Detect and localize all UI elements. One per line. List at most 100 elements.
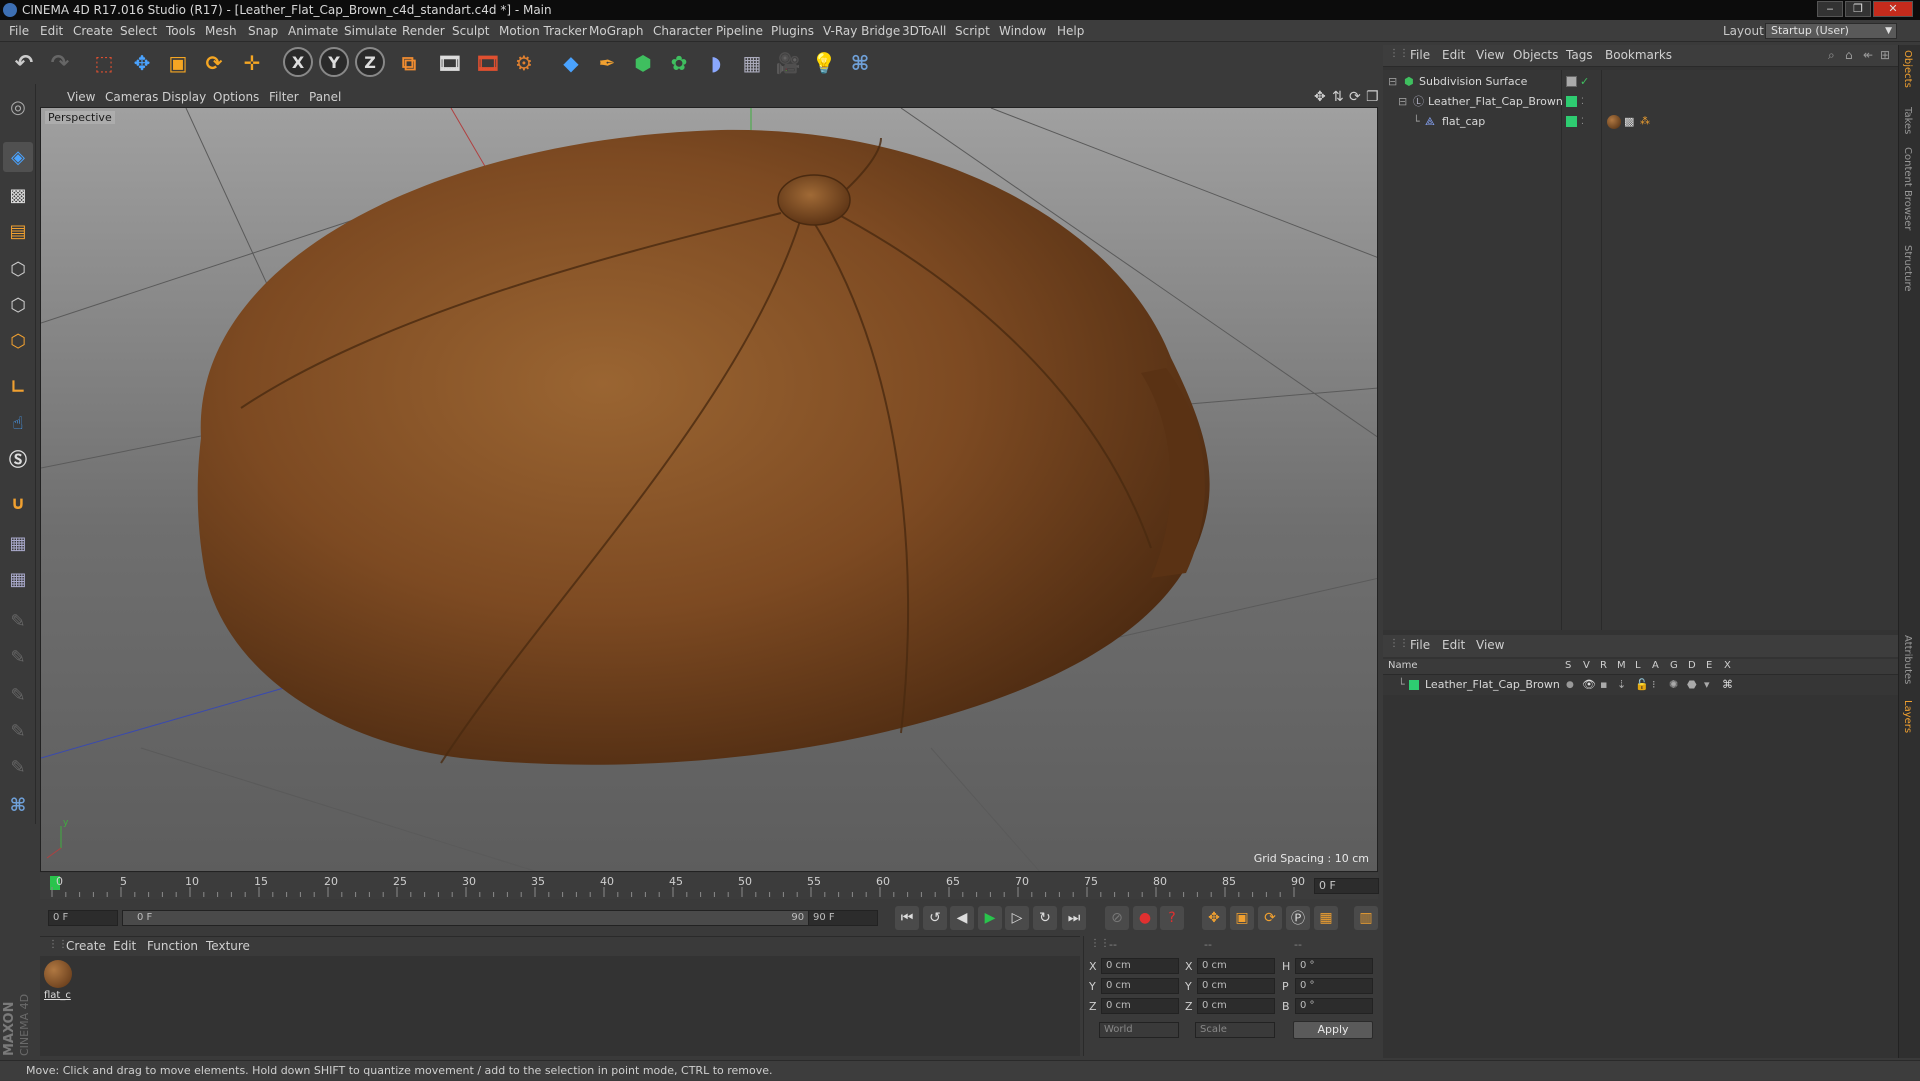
rotation-p-field[interactable]: 0 °: [1295, 978, 1373, 994]
redo-button[interactable]: ↷: [44, 47, 76, 79]
solo-icon[interactable]: Ⓢ: [3, 444, 33, 474]
object-menu-tags[interactable]: Tags: [1566, 48, 1593, 62]
brush-tool-icon[interactable]: ✎: [3, 606, 33, 636]
tab-content-browser[interactable]: Content Browser: [1902, 147, 1913, 230]
tab-layers[interactable]: Layers: [1902, 700, 1913, 733]
layer-col-xref[interactable]: X: [1724, 660, 1731, 671]
undo-button[interactable]: ↶: [8, 47, 40, 79]
menu-animate[interactable]: Animate: [288, 20, 338, 42]
menu-simulate[interactable]: Simulate: [344, 20, 397, 42]
menu-select[interactable]: Select: [120, 20, 157, 42]
tab-structure[interactable]: Structure: [1902, 245, 1913, 292]
workplane-icon[interactable]: ▤: [3, 216, 33, 246]
points-mode-icon[interactable]: ⬡: [3, 254, 33, 284]
python-icon[interactable]: ⌘: [844, 47, 876, 79]
lock-toggle-icon[interactable]: 🔓: [1635, 675, 1649, 695]
object-row[interactable]: └ ⟁ flat_cap ⁚ ▩ ⁂: [1383, 112, 1898, 132]
phong-tag-icon[interactable]: ⁂: [1640, 112, 1650, 132]
texture-mode-icon[interactable]: ▩: [3, 180, 33, 210]
transform-tool-icon[interactable]: ✛: [236, 47, 268, 79]
menu-create[interactable]: Create: [73, 20, 113, 42]
key-parameter-icon[interactable]: Ⓟ: [1286, 906, 1310, 930]
light-icon[interactable]: 💡: [808, 47, 840, 79]
layer-col-solo[interactable]: S: [1565, 660, 1571, 671]
visibility-dots-icon[interactable]: ⁚: [1581, 112, 1584, 132]
menu-help[interactable]: Help: [1057, 20, 1084, 42]
viewport-rotate-icon[interactable]: ⟳: [1349, 87, 1361, 107]
view-toggle-icon[interactable]: 👁: [1582, 675, 1596, 695]
menu-3dtoall[interactable]: 3DToAll: [902, 20, 946, 42]
tab-objects[interactable]: Objects: [1902, 50, 1913, 88]
expression-toggle-icon[interactable]: ▾: [1704, 675, 1710, 695]
object-menu-file[interactable]: File: [1410, 48, 1430, 62]
maximize-button[interactable]: ❐: [1845, 1, 1871, 17]
apply-button[interactable]: Apply: [1293, 1021, 1373, 1039]
key-rotation-icon[interactable]: ⟳: [1258, 906, 1282, 930]
render-settings-icon[interactable]: ⚙: [508, 47, 540, 79]
material-thumbnail[interactable]: [44, 960, 72, 988]
sculpt-tool-icon[interactable]: ✎: [3, 680, 33, 710]
viewport-move-icon[interactable]: ✥: [1314, 87, 1326, 107]
solo-toggle-icon[interactable]: ●: [1566, 675, 1574, 695]
back-icon[interactable]: ↞: [1863, 48, 1873, 62]
key-position-icon[interactable]: ✥: [1202, 906, 1226, 930]
object-row[interactable]: ⊟ ⬢ Subdivision Surface ✓: [1383, 72, 1898, 92]
record-keys-icon[interactable]: ⊘: [1105, 906, 1129, 930]
menu-mesh[interactable]: Mesh: [205, 20, 237, 42]
viewport-menu-cameras[interactable]: Cameras: [105, 87, 158, 107]
layer-menu-view[interactable]: View: [1476, 638, 1504, 652]
new-view-icon[interactable]: ⊞: [1880, 48, 1890, 62]
make-editable-icon[interactable]: ◎: [3, 92, 33, 122]
layer-col-locked[interactable]: L: [1635, 660, 1641, 671]
layer-col-animation[interactable]: A: [1652, 660, 1659, 671]
viewport-menu-view[interactable]: View: [67, 87, 95, 107]
tweak-mode-icon[interactable]: ☝: [3, 408, 33, 438]
z-axis-toggle[interactable]: Z: [355, 47, 385, 77]
menu-character[interactable]: Character: [653, 20, 712, 42]
axis-mode-icon[interactable]: ∟: [3, 372, 33, 402]
move-tool-icon[interactable]: ✥: [126, 47, 158, 79]
manager-toggle-icon[interactable]: ⇣: [1617, 675, 1626, 695]
subdivision-icon[interactable]: ⬢: [627, 47, 659, 79]
layer-menu-edit[interactable]: Edit: [1442, 638, 1465, 652]
material-menu-create[interactable]: Create: [66, 939, 106, 953]
menu-tools[interactable]: Tools: [166, 20, 196, 42]
model-mode-icon[interactable]: ◈: [3, 142, 33, 172]
viewport-menu-filter[interactable]: Filter: [269, 87, 299, 107]
layer-col-expressions[interactable]: E: [1706, 660, 1712, 671]
material-tag-icon[interactable]: [1607, 115, 1621, 129]
object-name[interactable]: Leather_Flat_Cap_Brown: [1428, 92, 1563, 112]
rotate-tool-icon[interactable]: ⟳: [198, 47, 230, 79]
cap-body[interactable]: [197, 129, 1210, 765]
viewport-menu-panel[interactable]: Panel: [309, 87, 341, 107]
close-button[interactable]: ✕: [1873, 1, 1913, 17]
end-frame-field[interactable]: 90 F: [808, 910, 878, 926]
render-picture-viewer-icon[interactable]: 🎞: [472, 47, 504, 79]
object-menu-view[interactable]: View: [1476, 48, 1504, 62]
floor-icon[interactable]: ▦: [736, 47, 768, 79]
menu-plugins[interactable]: Plugins: [771, 20, 814, 42]
layer-col-manager[interactable]: M: [1617, 660, 1626, 671]
layer-col-deformers[interactable]: D: [1688, 660, 1696, 671]
object-row[interactable]: ⊟ Ⓛ Leather_Flat_Cap_Brown ⁚: [1383, 92, 1898, 112]
layer-color-swatch[interactable]: [1566, 96, 1577, 107]
object-name[interactable]: flat_cap: [1442, 112, 1485, 132]
timeline-window-icon[interactable]: ▥: [1354, 906, 1378, 930]
start-frame-field[interactable]: 0 F: [48, 910, 118, 926]
search-icon[interactable]: ⌕: [1828, 48, 1835, 63]
snap-settings-icon[interactable]: ▦: [3, 564, 33, 594]
coordinate-mode-select[interactable]: World: [1099, 1022, 1179, 1038]
edges-mode-icon[interactable]: ⬡: [3, 290, 33, 320]
go-to-end-button[interactable]: ⏭: [1062, 906, 1086, 930]
knife-tool-icon[interactable]: ✎: [3, 752, 33, 782]
object-name[interactable]: Subdivision Surface: [1419, 72, 1527, 92]
y-axis-toggle[interactable]: Y: [319, 47, 349, 77]
size-z-field[interactable]: 0 cm: [1197, 998, 1275, 1014]
position-x-field[interactable]: 0 cm: [1101, 958, 1179, 974]
layer-col-generators[interactable]: G: [1670, 660, 1678, 671]
menu-window[interactable]: Window: [999, 20, 1046, 42]
layer-color-swatch[interactable]: [1566, 116, 1577, 127]
menu-mograph[interactable]: MoGraph: [589, 20, 644, 42]
size-y-field[interactable]: 0 cm: [1197, 978, 1275, 994]
magnet-icon[interactable]: ∪: [3, 488, 33, 518]
